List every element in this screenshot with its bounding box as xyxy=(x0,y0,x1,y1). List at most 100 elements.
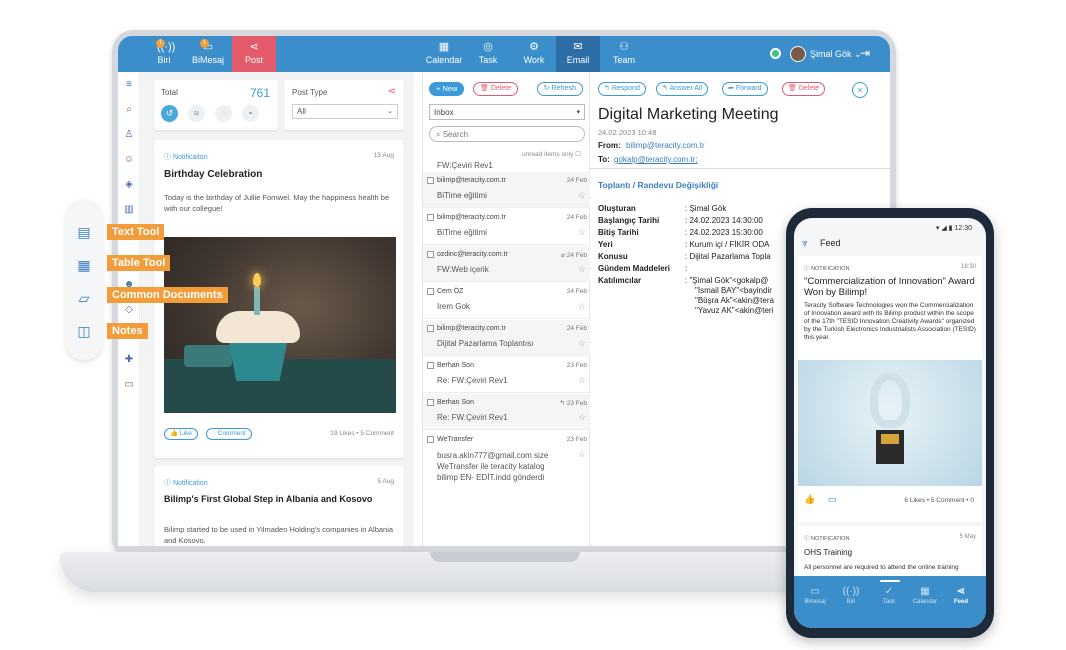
post-type-select[interactable]: All ⌄ xyxy=(292,104,398,119)
mail-row[interactable]: Berhan Son 23 Feb Re: FW:Çeviri Rev1 ☆ xyxy=(423,357,591,393)
comment-icon[interactable]: ▭ xyxy=(828,494,837,505)
like-button[interactable]: 👍 Like xyxy=(164,428,198,440)
phone-post-tag: ⓘ NOTIFICATION xyxy=(804,266,850,272)
check-icon: ✓ xyxy=(884,586,894,597)
mail-subject: FW:Web içerik xyxy=(437,265,489,274)
comment-icon[interactable]: ◌ xyxy=(215,105,232,122)
table-icon[interactable]: ▦ xyxy=(75,256,93,274)
monitor-icon[interactable]: ▭ xyxy=(118,372,140,397)
user-name: Şimal Gök xyxy=(810,49,852,59)
mail-row[interactable]: bilimp@teracity.com.tr 24 Feb Dijital Pa… xyxy=(423,320,591,356)
folder-select[interactable]: Inbox ▾ xyxy=(429,104,585,120)
mail-row[interactable]: Cem ÖZ 24 Feb Irem Gok ☆ xyxy=(423,283,591,319)
comment-button[interactable]: ◌ Comment xyxy=(206,428,252,440)
row-checkbox[interactable] xyxy=(427,399,434,406)
delete-button[interactable]: 🗑 Delete xyxy=(473,82,519,96)
phone-post-text: All personnel are required to attend the… xyxy=(804,564,959,571)
menu-icon[interactable]: ≡ xyxy=(118,72,140,97)
tab-bimesaj[interactable]: ▭ Bimesaj xyxy=(798,586,832,605)
star-icon[interactable]: ☆ xyxy=(578,338,586,349)
user-menu[interactable]: Şimal Gök ⌄ xyxy=(810,49,862,60)
row-checkbox[interactable] xyxy=(427,325,434,332)
forward-label: Forward xyxy=(735,85,762,92)
respond-button[interactable]: ↰ Respond xyxy=(598,82,646,96)
star-icon[interactable]: ☆ xyxy=(578,301,586,312)
nav-task-label: Task xyxy=(478,55,498,65)
unread-filter[interactable]: unread items only ☐ xyxy=(522,150,581,158)
close-icon[interactable]: × xyxy=(852,82,868,98)
phone-post-stats: 6 Likes • 5 Comment • 0 xyxy=(904,497,974,504)
star-icon[interactable]: ☆ xyxy=(578,412,586,423)
row-checkbox[interactable] xyxy=(427,214,434,221)
mail-row[interactable]: Berhan Son ↰ 23 Feb Re: FW:Çeviri Rev1 ☆ xyxy=(423,394,591,430)
mail-date-with-reply: ↰ 23 Feb xyxy=(559,399,587,407)
user-icon[interactable]: ♙ xyxy=(118,122,140,147)
person-icon[interactable]: ☺ xyxy=(118,147,140,172)
book-icon[interactable]: ▥ xyxy=(118,197,140,222)
row-checkbox[interactable] xyxy=(427,288,434,295)
email-datetime: 24.02.2023 10:48 xyxy=(598,128,657,137)
bimesaj-badge: 1 xyxy=(200,39,209,48)
mail-subject: BiTime eğitimi xyxy=(437,191,487,200)
envelope-icon: ✉ xyxy=(573,41,583,53)
mail-row[interactable]: bilimp@teracity.com.tr 24 Feb BiTime eği… xyxy=(423,172,591,208)
search-icon[interactable]: ⌕ xyxy=(118,97,140,122)
nav-work[interactable]: ⚙ Work xyxy=(512,36,556,72)
medical-icon[interactable]: ✚ xyxy=(118,347,140,372)
nav-team[interactable]: ⚇ Team xyxy=(602,36,646,72)
row-checkbox[interactable] xyxy=(427,436,434,443)
star-icon[interactable]: ☆ xyxy=(578,227,586,238)
like-icon[interactable]: 👍 xyxy=(804,494,815,505)
wifi-icon[interactable]: ≋ xyxy=(188,105,205,122)
post-text: Today is the birthday of Jullie Fornwel.… xyxy=(164,193,390,213)
cupcake-image xyxy=(164,237,396,413)
star-icon[interactable]: ☆ xyxy=(578,190,586,201)
delete-button[interactable]: 🗑 Delete xyxy=(782,82,826,96)
bell-icon[interactable]: ◓ xyxy=(242,105,259,122)
mail-row[interactable]: WeTransfer 23 Feb busra.akin777@gmail.co… xyxy=(423,431,591,491)
star-icon[interactable]: ☆ xyxy=(578,449,586,460)
broadcast-icon: ((·)) xyxy=(842,586,860,597)
forward-button[interactable]: ➦ Forward xyxy=(722,82,768,96)
nav-biri[interactable]: 1 ((·)) Biri xyxy=(142,36,186,72)
document-icon[interactable]: ▤ xyxy=(75,223,93,241)
star-icon[interactable]: ☆ xyxy=(578,375,586,386)
laptop-notch xyxy=(430,552,580,562)
tab-calendar[interactable]: ▦ Calendar xyxy=(908,586,942,605)
nav-calendar[interactable]: ▦ Calendar xyxy=(422,36,466,72)
table-tool-label[interactable]: Table Tool xyxy=(107,255,171,271)
text-tool-label[interactable]: Text Tool xyxy=(107,224,165,240)
row-checkbox[interactable] xyxy=(427,177,434,184)
field-value: "Şimal Gök"<gokalp@ xyxy=(689,276,769,285)
note-icon[interactable]: ◫ xyxy=(75,322,93,340)
mail-row[interactable]: bilimp@teracity.com.tr 24 Feb BiTime eği… xyxy=(423,209,591,245)
refresh-button[interactable]: ↻ Refresh xyxy=(536,82,583,96)
logout-icon[interactable]: ⇥ xyxy=(860,46,870,60)
search-placeholder: Search xyxy=(442,130,469,139)
common-documents-label[interactable]: Common Documents xyxy=(107,287,228,303)
tab-task[interactable]: ✓ Task xyxy=(872,586,906,605)
avatar[interactable] xyxy=(790,46,806,62)
folder-icon[interactable]: ▱ xyxy=(75,289,93,307)
to-value[interactable]: gokalp@teracity.com.tr; xyxy=(614,155,698,164)
mail-row[interactable]: ozdinc@teracity.com.tr ⌀ 24 Feb FW:Web i… xyxy=(423,246,591,282)
history-icon[interactable]: ↺ xyxy=(161,105,178,122)
row-checkbox[interactable] xyxy=(427,362,434,369)
tab-biri[interactable]: ((·)) Biri xyxy=(834,586,868,605)
layers-icon[interactable]: ◈ xyxy=(118,172,140,197)
top-navigation-bar: 1 ((·)) Biri 1 ▭ BiMesaj ⋖ Post ▦ Calend… xyxy=(118,36,890,72)
tab-feed[interactable]: ⋖ Feed xyxy=(944,586,978,605)
search-input[interactable]: ⌕ Search xyxy=(429,126,585,142)
answer-all-button[interactable]: ↰ Answer All xyxy=(656,82,709,96)
from-value[interactable]: bilimp@teracity.com.tr xyxy=(626,141,705,150)
nav-post[interactable]: ⋖ Post xyxy=(232,36,276,72)
nav-bimesaj[interactable]: 1 ▭ BiMesaj xyxy=(186,36,230,72)
nav-task[interactable]: ◎ Task xyxy=(466,36,510,72)
star-icon[interactable]: ☆ xyxy=(578,264,586,275)
notes-label[interactable]: Notes xyxy=(107,323,148,339)
new-email-button[interactable]: + New xyxy=(429,82,465,96)
nav-email[interactable]: ✉ Email xyxy=(556,36,600,72)
share-icon: ⋖ xyxy=(956,586,966,597)
row-checkbox[interactable] xyxy=(427,251,434,258)
delete-label: Delete xyxy=(798,85,820,92)
